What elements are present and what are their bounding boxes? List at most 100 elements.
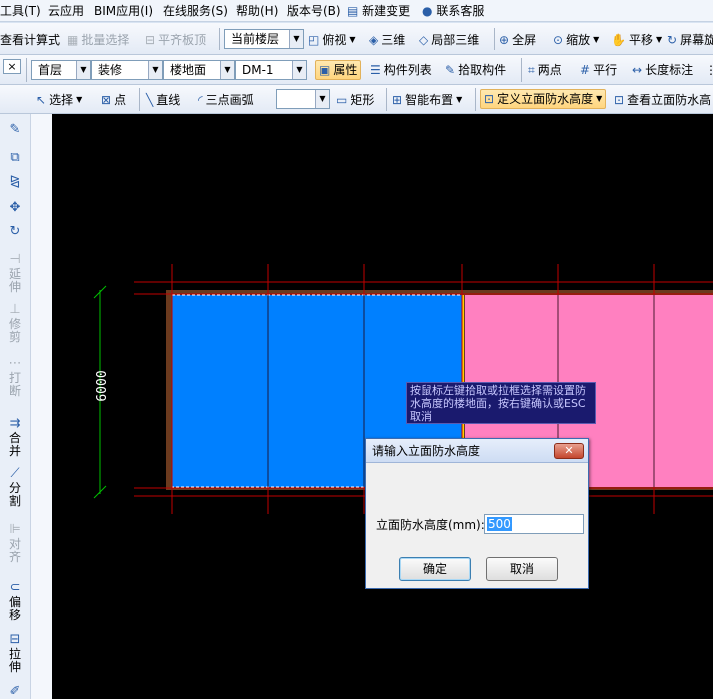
view-icon: ⊡ [614,93,625,107]
pan-button[interactable]: ✋ 平移 ▼ [611,32,662,48]
mirror-icon[interactable]: ⧎ [0,175,30,190]
split-button[interactable]: ⟋ 分割 [0,467,30,508]
menu-help[interactable]: 帮助(H) [236,3,278,19]
select-button[interactable]: ↖ 选择 ▼ [36,92,82,108]
line-button[interactable]: ╲ 直线 [146,92,180,108]
document-icon: ▤ [347,4,359,18]
top-view-button[interactable]: ◰ 俯视 ▼ [308,32,356,48]
align-icon: ⊫ [9,522,21,537]
full-screen-icon: ⊕ [499,33,510,47]
rotate-icon[interactable]: ↻ [0,225,30,240]
menu-bim[interactable]: BIM应用(I) [94,3,153,19]
floor-select[interactable]: 首层 ▼ [31,60,91,80]
separator [139,88,140,111]
properties-button[interactable]: ▣ 属性 [315,60,362,80]
height-input-value: 500 [487,517,512,531]
new-change-button[interactable]: ▤ 新建变更 [347,3,410,19]
separator [494,28,495,50]
move-icon[interactable]: ✥ [0,201,30,216]
offset-icon: ⊂ [9,580,21,595]
chevron-down-icon: ▼ [456,95,463,104]
chevron-down-icon: ▼ [593,35,600,44]
zoom-icon: ⊙ [553,33,564,47]
extend-icon: ⊣ [9,252,21,267]
pen-icon[interactable]: ✎ [0,123,30,138]
length-dim-button[interactable]: ↔ 长度标注 [632,62,693,78]
brush-icon[interactable]: ✐ [0,685,30,699]
left-toolbar: ✎ ⧉ ⧎ ✥ ↻ ⊣ 延伸 ⊥ 修剪 ⋯ 打断 ⇉ 合并 ⟋ 分割 ⊫ 对齐 ⊂ 偏移 ⊟ 拉… [0,114,52,699]
point-button[interactable]: ⊠ 点 [101,92,126,108]
chevron-down-icon: ▼ [148,61,162,79]
offset-button[interactable]: ⊂ 偏移 [0,580,30,622]
cancel-button[interactable]: 取消 [486,557,558,581]
cursor-icon: ↖ [36,93,47,107]
arc-mode-select[interactable]: ▼ [276,89,330,109]
menu-online-service[interactable]: 在线服务(S) [163,3,228,19]
trim-button[interactable]: ⊥ 修剪 [0,302,30,344]
chevron-down-icon: ▼ [655,35,663,44]
flush-slab-button[interactable]: ⊟ 平齐板顶 [145,32,206,48]
ok-button[interactable]: 确定 [399,557,471,581]
toolbar-draw: ↖ 选择 ▼ ⊠ 点 ╲ 直线 ◜ 三点画弧 ▼ ▭ 矩形 ⊞ 智能布置 ▼ ⊡ 定义立面防水高度… [0,85,713,114]
view-height-button[interactable]: ⊡ 查看立面防水高 [614,92,711,108]
close-icon[interactable]: ✕ [554,443,584,459]
stretch-button[interactable]: ⊟ 拉伸 [0,633,30,674]
dimension-icon: ↔ [632,63,643,77]
two-points-button[interactable]: ⌗ 两点 [528,62,562,78]
arc-button[interactable]: ◜ 三点画弧 [198,92,254,108]
separator [521,58,522,82]
more-icon[interactable]: ⋮ [705,62,713,78]
trim-icon: ⊥ [9,302,21,317]
view-calc-button[interactable]: 查看计算式 [0,32,60,48]
batch-select-icon: ▦ [67,33,79,47]
full-screen-button[interactable]: ⊕ 全屏 [499,32,536,48]
separator [219,28,220,50]
parallel-button[interactable]: # 平行 [580,62,617,78]
height-input[interactable]: 500 [484,514,584,534]
break-button[interactable]: ⋯ 打断 [0,356,30,398]
three-d-button[interactable]: ◈ 三维 [369,32,405,48]
rectangle-icon: ▭ [336,93,348,107]
batch-select-button[interactable]: ▦ 批量选择 [67,32,129,48]
separator [475,88,476,111]
rect-button[interactable]: ▭ 矩形 [336,92,374,108]
waterproof-icon: ⊡ [484,92,495,106]
contact-support-button[interactable]: ● 联系客服 [422,3,484,19]
menu-tools[interactable]: 工具(T) [0,3,41,19]
category-select[interactable]: 装修 ▼ [91,60,163,80]
smart-layout-button[interactable]: ⊞ 智能布置 ▼ [392,92,462,108]
menu-cloud[interactable]: 云应用 [48,3,84,19]
align-button[interactable]: ⊫ 对齐 [0,522,30,564]
pick-component-button[interactable]: ✎ 拾取构件 [445,62,506,78]
drawing-canvas[interactable]: 6000 [52,114,713,699]
toolbar-view: 查看计算式 ▦ 批量选择 ⊟ 平齐板顶 当前楼层 ▼ ◰ 俯视 ▼ ◈ 三维 ◇ 局部三维 ⊕… [0,23,713,55]
chevron-down-icon: ▼ [289,30,303,48]
floor-scope-select[interactable]: 当前楼层 ▼ [224,29,304,49]
extend-button[interactable]: ⊣ 延伸 [0,252,30,294]
component-list-button[interactable]: ☰ 构件列表 [370,62,432,78]
component-select[interactable]: DM-1 ▼ [235,60,307,80]
screen-rotate-button[interactable]: ↻ 屏幕旋 [667,32,713,48]
zoom-button[interactable]: ⊙ 缩放 ▼ [553,32,599,48]
merge-button[interactable]: ⇉ 合并 [0,417,30,458]
chevron-down-icon: ▼ [220,61,234,79]
chevron-down-icon: ▼ [76,61,90,79]
copy-icon[interactable]: ⧉ [0,151,30,166]
arc-icon: ◜ [198,93,203,107]
line-icon: ╲ [146,93,154,107]
chevron-down-icon: ▼ [76,95,83,104]
close-panel-button[interactable]: × [3,59,21,74]
list-icon: ☰ [370,63,381,77]
height-field-label: 立面防水高度(mm): [376,518,485,532]
chevron-down-icon: ▼ [349,35,356,44]
hand-icon: ✋ [611,33,626,47]
local-3d-button[interactable]: ◇ 局部三维 [419,32,479,48]
chevron-down-icon: ▼ [315,90,329,108]
three-d-icon: ◈ [369,33,379,47]
define-height-button[interactable]: ⊡ 定义立面防水高度 ▼ [480,89,607,109]
menu-version[interactable]: 版本号(B) [287,3,341,19]
component-type-select[interactable]: 楼地面 ▼ [163,60,235,80]
point-icon: ⊠ [101,93,112,107]
break-icon: ⋯ [8,356,22,371]
local-3d-icon: ◇ [419,33,429,47]
